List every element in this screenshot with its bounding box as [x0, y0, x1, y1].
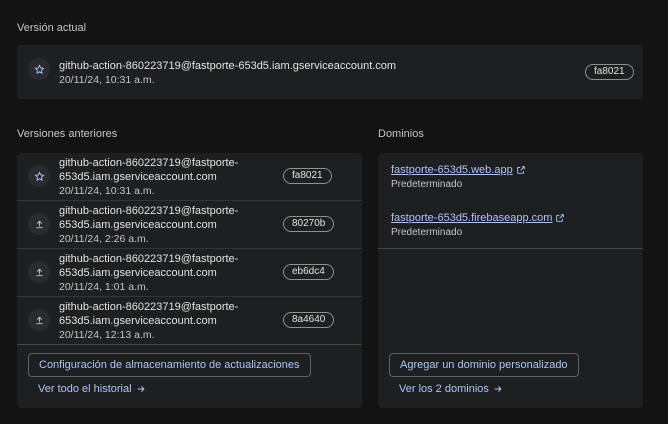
version-hash[interactable]: 8a4640	[283, 312, 335, 328]
domain-name: fastporte-653d5.firebaseapp.com	[391, 212, 553, 224]
arrow-right-icon	[137, 386, 145, 392]
current-version-card: github-action-860223719@fastporte-653d5.…	[17, 45, 643, 99]
domain-link[interactable]: fastporte-653d5.web.app	[391, 164, 526, 176]
domains-card: fastporte-653d5.web.app Predeterminado f…	[378, 153, 643, 408]
upload-icon	[28, 261, 50, 283]
current-version-title: Versión actual	[17, 22, 87, 34]
row-divider	[17, 344, 362, 345]
version-entry: github-action-860223719@fastporte- 653d5…	[59, 156, 238, 198]
view-domains-link[interactable]: Ver los 2 dominios	[399, 383, 503, 395]
domains-title: Dominios	[378, 128, 424, 140]
arrow-right-icon	[494, 386, 502, 392]
version-date: 20/11/24, 2:26 a.m.	[59, 233, 149, 245]
domain-label: Predeterminado	[391, 227, 463, 238]
current-version-hash[interactable]: fa8021	[585, 64, 634, 80]
version-date: 20/11/24, 10:31 a.m.	[59, 185, 155, 197]
previous-versions-card: github-action-860223719@fastporte- 653d5…	[17, 153, 362, 408]
star-icon	[28, 165, 50, 187]
version-entry: github-action-860223719@fastporte- 653d5…	[59, 252, 238, 294]
version-author: github-action-860223719@fastporte-	[59, 301, 239, 313]
version-author-cont: 653d5.iam.gserviceaccount.com	[59, 219, 217, 231]
version-author: github-action-860223719@fastporte-	[59, 253, 239, 265]
domain-name: fastporte-653d5.web.app	[391, 164, 513, 176]
version-hash[interactable]: 80270b	[283, 216, 335, 232]
previous-versions-title: Versiones anteriores	[17, 128, 118, 140]
upload-icon	[28, 213, 50, 235]
current-version-entry: github-action-860223719@fastporte-653d5.…	[59, 59, 396, 87]
external-link-icon	[516, 166, 525, 174]
version-entry: github-action-860223719@fastporte- 653d5…	[59, 204, 238, 246]
row-divider	[17, 248, 362, 249]
version-date: 20/11/24, 1:01 a.m.	[59, 281, 149, 293]
row-divider	[17, 296, 362, 297]
storage-settings-button[interactable]: Configuración de almacenamiento de actua…	[28, 353, 311, 377]
version-date: 20/11/24, 12:13 a.m.	[59, 329, 155, 341]
current-version-date: 20/11/24, 10:31 a.m.	[59, 74, 155, 86]
current-version-author: github-action-860223719@fastporte-653d5.…	[59, 60, 397, 72]
view-history-link[interactable]: Ver todo el historial	[38, 383, 146, 395]
version-author-cont: 653d5.iam.gserviceaccount.com	[59, 171, 217, 183]
view-history-label: Ver todo el historial	[38, 383, 132, 395]
version-author: github-action-860223719@fastporte-	[59, 205, 239, 217]
add-custom-domain-button[interactable]: Agregar un dominio personalizado	[389, 353, 579, 377]
row-divider	[378, 248, 643, 249]
version-hash[interactable]: fa8021	[283, 168, 332, 184]
external-link-icon	[556, 214, 565, 222]
version-author-cont: 653d5.iam.gserviceaccount.com	[59, 315, 217, 327]
domain-label: Predeterminado	[391, 179, 463, 190]
domain-link[interactable]: fastporte-653d5.firebaseapp.com	[391, 212, 565, 224]
view-domains-label: Ver los 2 dominios	[399, 383, 489, 395]
version-author: github-action-860223719@fastporte-	[59, 157, 239, 169]
version-author-cont: 653d5.iam.gserviceaccount.com	[59, 267, 217, 279]
star-icon	[28, 58, 50, 80]
upload-icon	[28, 309, 50, 331]
row-divider	[17, 200, 362, 201]
version-entry: github-action-860223719@fastporte- 653d5…	[59, 300, 238, 342]
version-hash[interactable]: eb6dc4	[283, 264, 334, 280]
